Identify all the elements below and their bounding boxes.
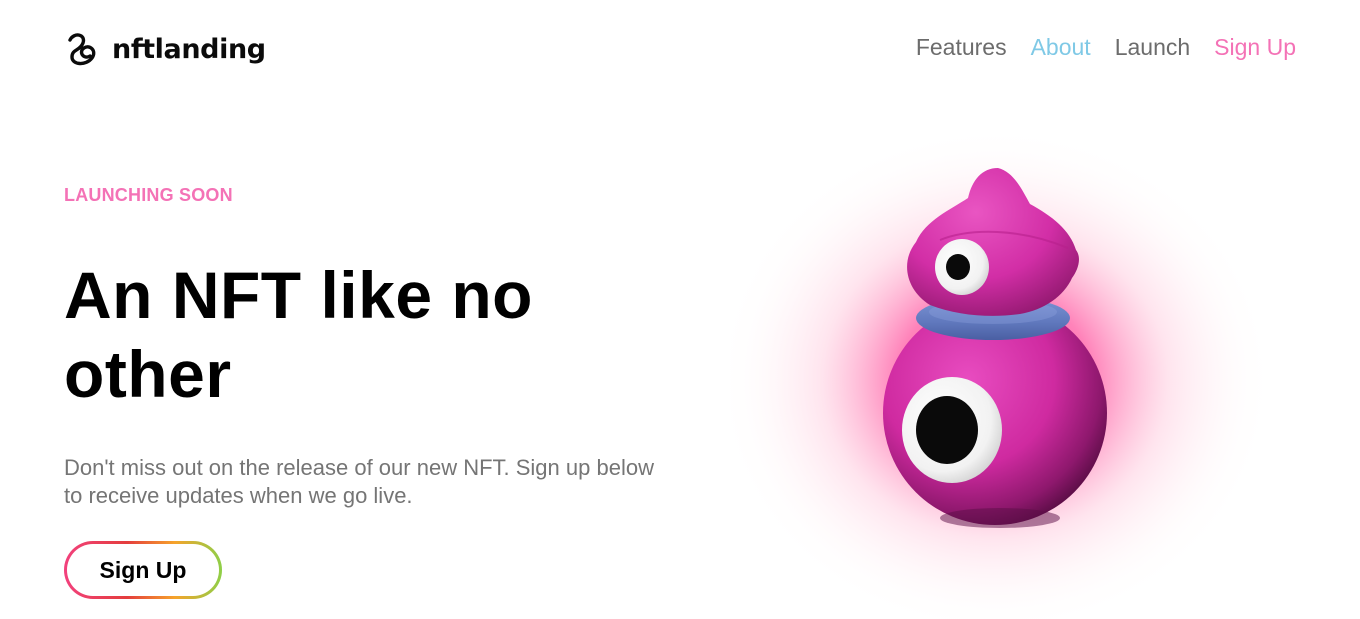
brand-name: nftlanding — [112, 33, 266, 65]
nav-about[interactable]: About — [1031, 34, 1091, 61]
launching-soon-label: LAUNCHING SOON — [64, 185, 233, 205]
creature-illustration — [730, 100, 1270, 619]
hero-description: Don't miss out on the release of our new… — [64, 455, 654, 508]
nav-launch[interactable]: Launch — [1115, 34, 1190, 61]
sign-up-button[interactable]: Sign Up — [64, 541, 222, 599]
nav-features[interactable]: Features — [916, 34, 1007, 61]
headline-line-1: An NFT like no — [64, 258, 533, 332]
nav-sign-up[interactable]: Sign Up — [1214, 34, 1296, 61]
main-nav: Features About Launch Sign Up — [916, 34, 1296, 61]
creature-image — [730, 115, 1270, 619]
sign-up-button-label[interactable]: Sign Up — [67, 544, 219, 596]
landing-page: nftlanding Features About Launch Sign Up… — [0, 0, 1360, 619]
hero-headline: An NFT like no other — [64, 256, 664, 414]
headline-line-2: other — [64, 337, 232, 411]
spiral-logo-icon — [68, 33, 96, 66]
brand-logo[interactable]: nftlanding — [64, 30, 266, 68]
